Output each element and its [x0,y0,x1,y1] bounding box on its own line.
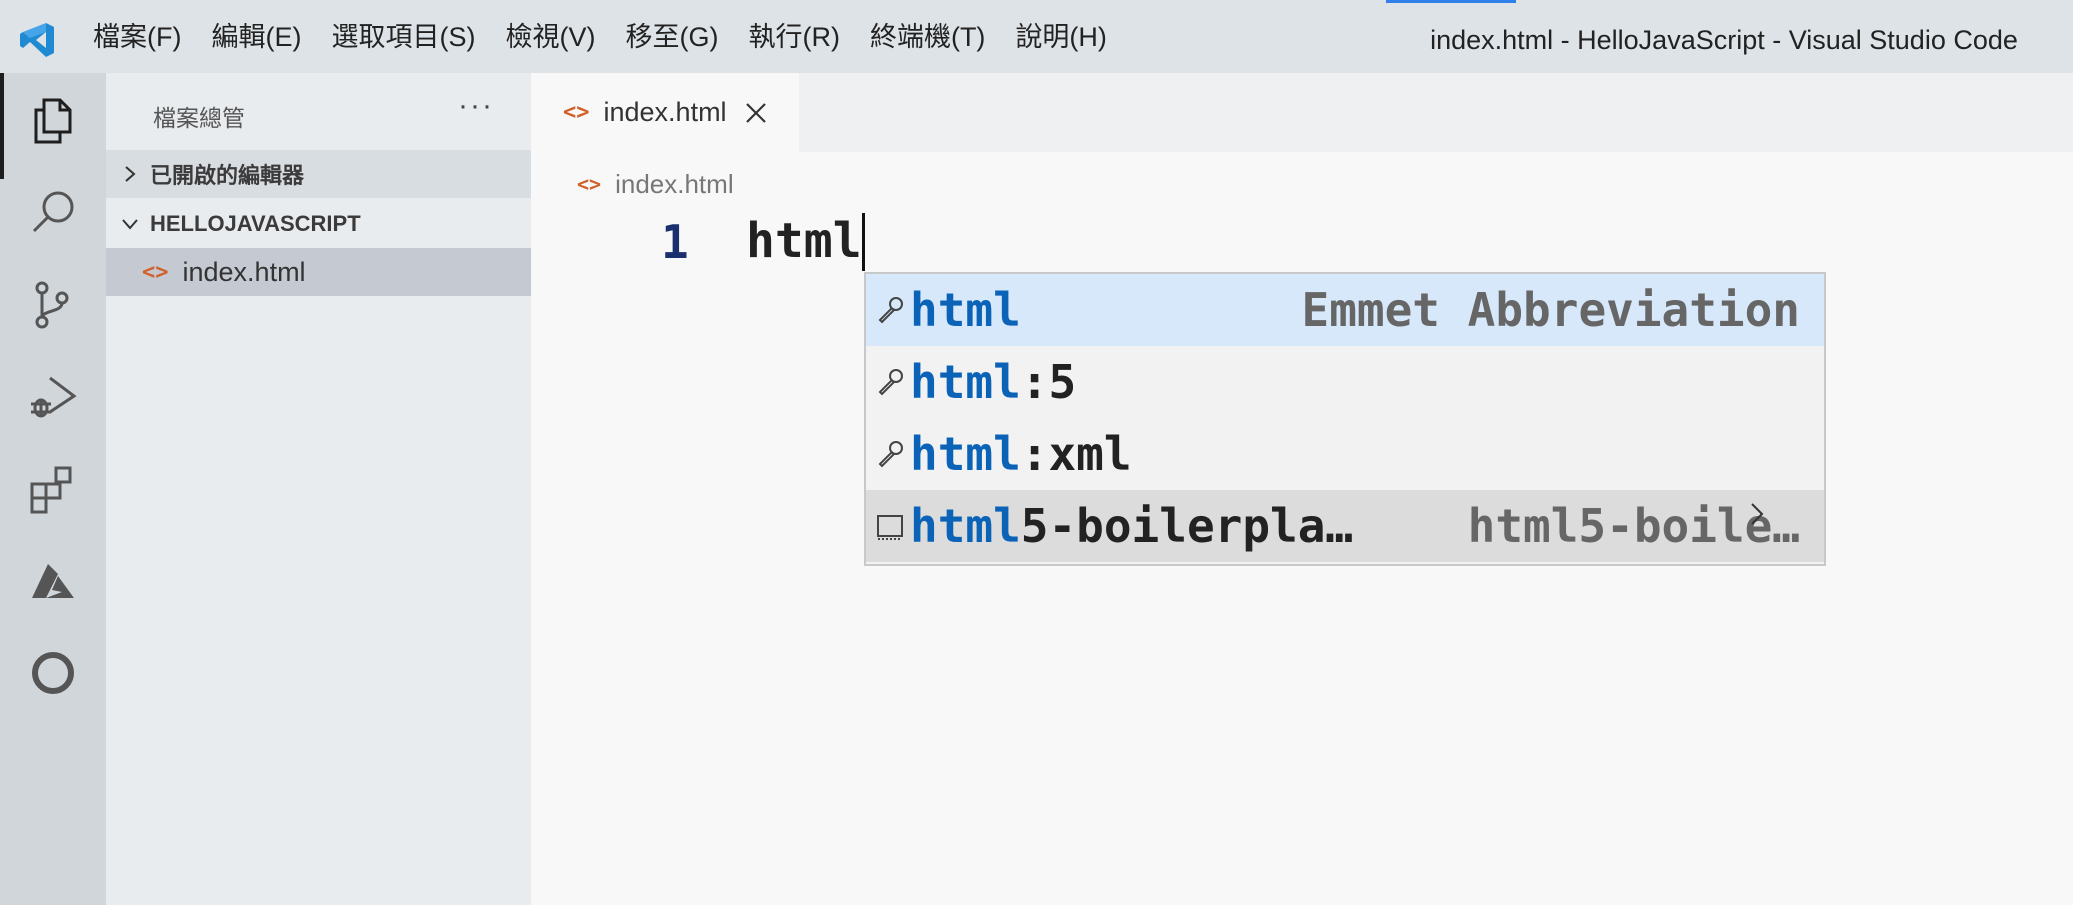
html-file-icon: <> [563,100,590,125]
line-number: 1 [661,215,689,269]
activity-search[interactable] [0,165,106,261]
menu-terminal[interactable]: 終端機(T) [855,7,1000,67]
chevron-down-icon [122,219,138,230]
suggestion-label: html [910,283,1021,337]
run-debug-icon [31,376,77,418]
section-open-editors[interactable]: 已開啟的編輯器 [106,150,531,198]
activity-source-control[interactable] [0,257,106,353]
files-icon [34,98,72,144]
file-name: index.html [182,256,306,287]
search-icon [32,191,74,233]
text-cursor [862,213,865,271]
menu-edit[interactable]: 編輯(E) [196,7,316,67]
sidebar-header: 檔案總管 ··· [106,73,531,150]
wrench-icon [878,369,903,396]
azure-icon [32,564,74,598]
suggestion-label: html:xml [910,427,1132,481]
tab-index-html[interactable]: <> index.html [531,73,799,152]
read-more-icon[interactable] [1746,500,1768,528]
menu-go[interactable]: 移至(G) [610,7,733,67]
source-control-icon [35,281,69,329]
suggestion-item[interactable]: html:5 [866,346,1824,418]
more-actions-button[interactable]: ··· [451,89,501,129]
suggestion-label: html:5 [910,355,1077,409]
suggest-widget: html Emmet Abbreviation html:5 html:xml … [864,272,1826,566]
breadcrumb-item[interactable]: index.html [615,169,734,200]
suggestion-label: html5-boilerpla… [910,499,1354,553]
code-line[interactable]: 1 html [531,203,2073,283]
menu-bar: 檔案(F) 編輯(E) 選取項目(S) 檢視(V) 移至(G) 執行(R) 終端… [78,0,1122,73]
activity-extensions[interactable] [0,441,106,537]
vscode-logo-icon[interactable] [18,20,58,60]
sidebar-title: 檔案總管 [153,105,245,131]
html-file-icon: <> [142,259,169,285]
menu-selection[interactable]: 選取項目(S) [316,7,490,67]
suggestion-item[interactable]: html Emmet Abbreviation [866,274,1824,346]
activity-bar [0,73,106,905]
menu-view[interactable]: 檢視(V) [490,7,610,67]
circle-icon [32,652,74,694]
activity-run-debug[interactable] [0,349,106,445]
activity-explorer[interactable] [0,73,106,179]
activity-remote[interactable] [0,625,106,721]
tab-label: index.html [603,97,727,127]
menu-help[interactable]: 說明(H) [1000,7,1121,67]
activity-azure[interactable] [0,533,106,629]
wrench-icon [878,441,903,468]
menu-run[interactable]: 執行(R) [733,7,854,67]
section-label: HELLOJAVASCRIPT [150,211,361,236]
html-file-icon: <> [577,172,602,196]
extensions-icon [30,466,72,514]
section-label: 已開啟的編輯器 [150,163,305,188]
file-tree-item[interactable]: <> index.html [106,248,531,296]
chevron-right-icon [125,166,136,182]
suggestion-item[interactable]: html5-boilerpla… html5-boile… [866,490,1824,562]
breadcrumb: <> index.html [577,159,734,209]
window-title: index.html - HelloJavaScript - Visual St… [1430,25,2018,55]
code-text[interactable]: html [746,213,862,269]
menu-file[interactable]: 檔案(F) [78,7,196,67]
wrench-icon [878,297,903,324]
section-project[interactable]: HELLOJAVASCRIPT [106,200,531,248]
title-bar: 檔案(F) 編輯(E) 選取項目(S) 檢視(V) 移至(G) 執行(R) 終端… [0,0,2073,73]
tab-bar: <> index.html [531,73,2073,152]
suggestion-detail: Emmet Abbreviation [1301,283,1801,337]
close-icon[interactable] [743,100,769,126]
suggestion-item[interactable]: html:xml [866,418,1824,490]
snippet-icon [877,515,903,540]
explorer-sidebar: 檔案總管 ··· 已開啟的編輯器 HELLOJAVASCRIPT <> inde… [106,73,531,905]
